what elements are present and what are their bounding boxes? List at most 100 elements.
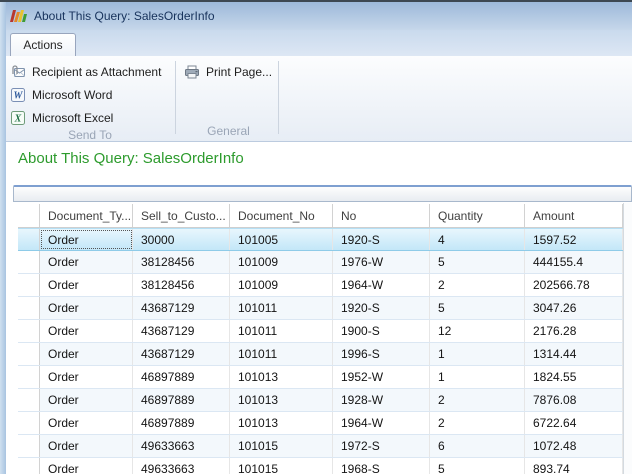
table-row[interactable]: Order436871291010111996-S11314.44 [18,343,623,366]
table-cell[interactable]: 46897889 [133,389,230,411]
row-selector-cell[interactable] [18,274,40,296]
table-cell[interactable]: 1824.55 [525,366,623,388]
table-cell[interactable]: 1972-S [333,435,430,457]
row-selector-cell[interactable] [18,366,40,388]
table-cell[interactable]: 2 [430,412,525,434]
table-cell[interactable]: 46897889 [133,366,230,388]
table-row[interactable]: Order300001010051920-S41597.52 [18,228,623,251]
table-cell[interactable]: 1996-S [333,343,430,365]
table-cell[interactable]: Order [40,366,133,388]
table-cell[interactable]: 1964-W [333,274,430,296]
table-cell[interactable]: 101013 [230,412,333,434]
table-row[interactable]: Order436871291010111900-S122176.28 [18,320,623,343]
table-cell[interactable]: 1928-W [333,389,430,411]
row-selector-header[interactable] [18,204,40,227]
row-selector-cell[interactable] [18,320,40,342]
print-page-button[interactable]: Print Page... [180,62,277,82]
table-cell[interactable]: Order [40,412,133,434]
table-cell[interactable]: 43687129 [133,343,230,365]
table-row[interactable]: Order436871291010111920-S53047.26 [18,297,623,320]
column-header-5[interactable]: Quantity [430,204,525,227]
table-cell[interactable]: 30000 [133,229,230,250]
table-cell[interactable]: 101015 [230,435,333,457]
column-header-1[interactable]: Document_Ty... [40,204,133,227]
table-cell[interactable]: 893.74 [525,458,623,474]
table-cell[interactable]: 101009 [230,274,333,296]
table-cell[interactable]: 6722.64 [525,412,623,434]
row-selector-cell[interactable] [18,389,40,411]
table-cell[interactable]: 5 [430,458,525,474]
table-cell[interactable]: 38128456 [133,251,230,273]
table-cell[interactable]: 101005 [230,229,333,250]
row-selector-cell[interactable] [18,458,40,474]
column-header-4[interactable]: No [333,204,430,227]
table-row[interactable]: Order381284561010091976-W5444155.4 [18,251,623,274]
tab-actions[interactable]: Actions [10,33,76,56]
table-cell[interactable]: 1920-S [333,297,430,319]
table-cell[interactable]: 444155.4 [525,251,623,273]
microsoft-word-button[interactable]: W Microsoft Word [6,85,174,105]
table-cell[interactable]: 101011 [230,343,333,365]
table-cell[interactable]: 1072.48 [525,435,623,457]
table-cell[interactable]: 101009 [230,251,333,273]
titlebar[interactable]: About This Query: SalesOrderInfo [0,2,632,30]
recipient-as-attachment-button[interactable]: Recipient as Attachment [6,62,174,82]
table-cell[interactable]: 202566.78 [525,274,623,296]
row-selector-cell[interactable] [18,297,40,319]
table-cell[interactable]: 43687129 [133,320,230,342]
table-cell[interactable]: Order [40,274,133,296]
table-cell[interactable]: 101011 [230,297,333,319]
table-cell[interactable]: 1964-W [333,412,430,434]
table-cell[interactable]: 5 [430,297,525,319]
filter-bar[interactable] [13,185,632,202]
row-selector-cell[interactable] [18,251,40,273]
table-row[interactable]: Order496336631010151972-S61072.48 [18,435,623,458]
table-cell[interactable]: 1976-W [333,251,430,273]
table-cell[interactable]: 43687129 [133,297,230,319]
table-cell[interactable]: 7876.08 [525,389,623,411]
table-cell[interactable]: 4 [430,229,525,250]
table-cell[interactable]: 101011 [230,320,333,342]
table-cell[interactable]: 2 [430,274,525,296]
table-cell[interactable]: Order [40,435,133,457]
table-cell[interactable]: 101015 [230,458,333,474]
table-cell[interactable]: Order [40,343,133,365]
table-cell[interactable]: 1952-W [333,366,430,388]
table-row[interactable]: Order468978891010131928-W27876.08 [18,389,623,412]
table-cell[interactable]: 12 [430,320,525,342]
table-cell[interactable]: 5 [430,251,525,273]
vertical-scrollbar[interactable] [623,203,632,474]
microsoft-excel-button[interactable]: X Microsoft Excel [6,108,174,128]
table-row[interactable]: Order468978891010131952-W11824.55 [18,366,623,389]
table-cell[interactable]: 1900-S [333,320,430,342]
column-header-6[interactable]: Amount [525,204,623,227]
table-cell[interactable]: 46897889 [133,412,230,434]
table-cell[interactable]: 1 [430,343,525,365]
table-row[interactable]: Order468978891010131964-W26722.64 [18,412,623,435]
table-cell[interactable]: 1920-S [333,229,430,250]
table-cell[interactable]: Order [40,251,133,273]
table-row[interactable]: Order496336631010151968-S5893.74 [18,458,623,474]
table-cell[interactable]: 38128456 [133,274,230,296]
table-row[interactable]: Order381284561010091964-W2202566.78 [18,274,623,297]
table-cell[interactable]: Order [40,458,133,474]
table-cell[interactable]: 2 [430,389,525,411]
column-header-2[interactable]: Sell_to_Custo... [133,204,230,227]
table-cell[interactable]: Order [40,297,133,319]
table-cell[interactable]: 101013 [230,389,333,411]
table-cell[interactable]: 1968-S [333,458,430,474]
table-cell[interactable]: Order [40,229,133,250]
table-cell[interactable]: 101013 [230,366,333,388]
table-cell[interactable]: 3047.26 [525,297,623,319]
table-cell[interactable]: 49633663 [133,435,230,457]
table-cell[interactable]: 49633663 [133,458,230,474]
table-cell[interactable]: 2176.28 [525,320,623,342]
table-cell[interactable]: 1597.52 [525,229,623,250]
table-cell[interactable]: Order [40,389,133,411]
table-cell[interactable]: 1314.44 [525,343,623,365]
row-selector-cell[interactable] [18,435,40,457]
row-selector-cell[interactable] [18,229,40,250]
row-selector-cell[interactable] [18,412,40,434]
table-cell[interactable]: Order [40,320,133,342]
column-header-3[interactable]: Document_No [230,204,333,227]
